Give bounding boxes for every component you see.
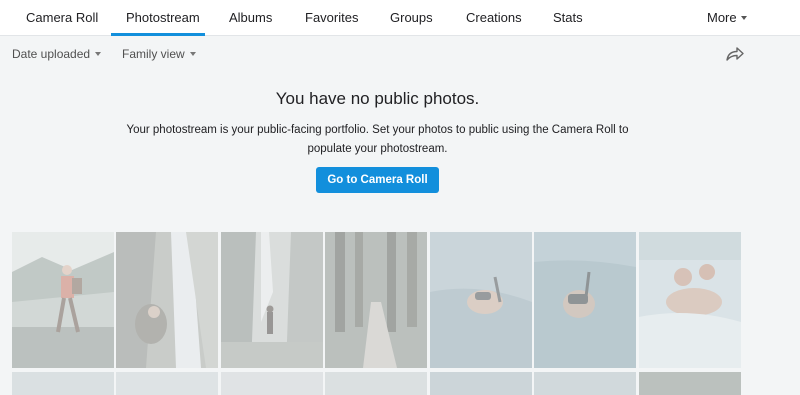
- tab-favorites[interactable]: Favorites: [305, 0, 358, 36]
- tab-creations[interactable]: Creations: [466, 0, 522, 36]
- caret-down-icon: [95, 51, 102, 56]
- empty-state-description: Your photostream is your public-facing p…: [126, 124, 629, 155]
- sample-photo-hiker: [12, 232, 114, 368]
- caret-down-icon: [740, 15, 747, 20]
- more-menu-button[interactable]: More: [707, 0, 747, 36]
- tab-stats[interactable]: Stats: [553, 0, 583, 36]
- tab-camera-roll[interactable]: Camera Roll: [26, 0, 98, 36]
- filter-bar: Date uploaded Family view: [0, 36, 800, 72]
- more-label: More: [707, 10, 737, 25]
- share-arrow-icon[interactable]: [725, 45, 745, 63]
- sample-photo-row2-3: [221, 372, 323, 395]
- sample-photo-snorkeler: [430, 232, 532, 368]
- tab-groups[interactable]: Groups: [390, 0, 433, 36]
- sort-dropdown[interactable]: Date uploaded: [12, 47, 102, 61]
- sample-photo-grid: [12, 232, 744, 395]
- sample-photo-canyon: [221, 232, 323, 368]
- tab-photostream[interactable]: Photostream: [126, 0, 200, 36]
- caret-down-icon: [189, 51, 196, 56]
- sample-photo-row2-4: [325, 372, 427, 395]
- sample-photo-diver: [534, 232, 636, 368]
- sample-photo-row2-1: [12, 372, 114, 395]
- go-to-camera-roll-button[interactable]: Go to Camera Roll: [316, 167, 439, 193]
- sample-photo-forest-trail: [325, 232, 427, 368]
- empty-state-title: You have no public photos.: [275, 89, 480, 108]
- tab-albums[interactable]: Albums: [229, 0, 272, 36]
- sample-photo-row2-2: [116, 372, 218, 395]
- view-dropdown-label: Family view: [122, 47, 185, 61]
- sample-photo-row2-6: [534, 372, 636, 395]
- sample-photo-row2-5: [430, 372, 532, 395]
- sort-dropdown-label: Date uploaded: [12, 47, 91, 61]
- sample-photo-row2-7: [639, 372, 741, 395]
- sample-photo-swimmers: [639, 232, 741, 368]
- sample-photo-waterfall: [116, 232, 218, 368]
- top-nav: Camera Roll Photostream Albums Favorites…: [0, 0, 800, 36]
- view-dropdown[interactable]: Family view: [122, 47, 196, 61]
